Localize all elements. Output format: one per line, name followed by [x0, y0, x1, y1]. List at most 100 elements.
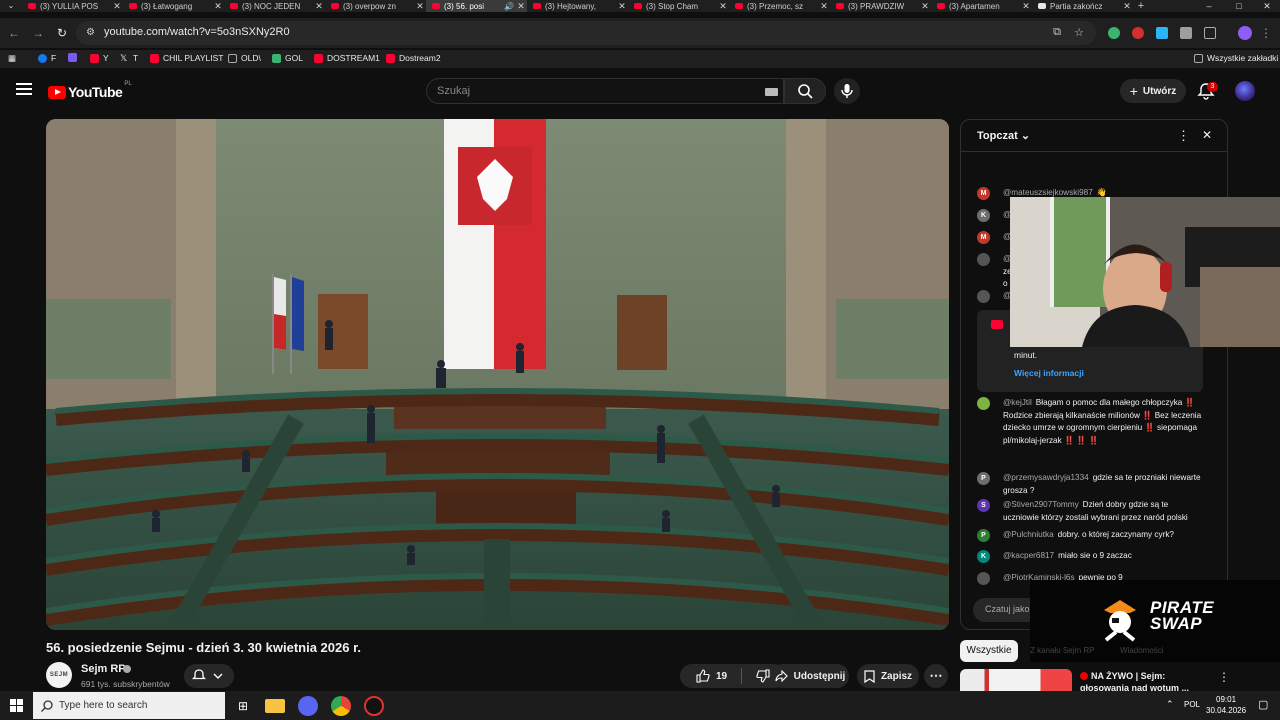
browser-menu-icon[interactable]: ⋮: [1258, 26, 1274, 40]
close-tab-icon[interactable]: ✕: [717, 1, 729, 12]
cast-icon[interactable]: ⧉: [1050, 26, 1064, 39]
channel-name[interactable]: Sejm RP: [81, 663, 126, 675]
tray-overflow-icon[interactable]: ⌃: [1166, 699, 1174, 710]
search-button[interactable]: [784, 78, 826, 104]
more-actions-icon[interactable]: ⋯: [924, 664, 948, 688]
address-bar[interactable]: ⚙ youtube.com/watch?v=5o3nSXNy2R0 ⧉ ☆: [76, 21, 1096, 45]
windows-start-icon[interactable]: [10, 699, 23, 712]
browser-tab[interactable]: Partia zakończ ✕: [1032, 0, 1133, 12]
bookmark-item[interactable]: DOSTREAM1: [314, 53, 380, 63]
chat-author[interactable]: @mateuszsiejkowski987: [1003, 188, 1093, 197]
user-avatar[interactable]: [1235, 81, 1255, 101]
browser-tab[interactable]: (3) PRAWDZIW ✕: [830, 0, 931, 12]
browser-tab[interactable]: (3) Stop Cham ✕: [628, 0, 729, 12]
url-text[interactable]: youtube.com/watch?v=5o3nSXNy2R0: [104, 26, 290, 38]
extension-icon[interactable]: [1108, 27, 1120, 39]
apps-grid-icon[interactable]: ▦: [8, 53, 16, 64]
browser-tab[interactable]: (3) overpow zn ✕: [325, 0, 426, 12]
chat-options-icon[interactable]: ⋮: [1177, 128, 1190, 144]
all-bookmarks-folder[interactable]: Wszystkie zakładki: [1194, 53, 1278, 63]
chat-author-avatar[interactable]: [977, 572, 990, 585]
taskbar-clock[interactable]: 09:01 30.04.2026: [1206, 694, 1246, 716]
bookmark-folder[interactable]: OLD\: [228, 53, 261, 63]
chat-author-avatar[interactable]: P: [977, 472, 990, 485]
chat-author-avatar[interactable]: M: [977, 231, 990, 244]
bookmark-item[interactable]: [68, 53, 77, 62]
bookmark-item[interactable]: GOL: [272, 53, 303, 63]
close-tab-icon[interactable]: ✕: [818, 1, 830, 12]
close-tab-icon[interactable]: ✕: [616, 1, 628, 12]
back-arrow-icon[interactable]: ←: [6, 26, 22, 40]
video-player[interactable]: [46, 119, 949, 630]
bookmark-item[interactable]: Dostream2: [386, 53, 441, 63]
filter-chip-all[interactable]: Wszystkie: [960, 640, 1018, 662]
save-button[interactable]: Zapisz: [857, 664, 919, 688]
obs-icon[interactable]: [364, 696, 384, 716]
like-button[interactable]: 19: [696, 669, 727, 683]
chat-author-avatar[interactable]: [977, 397, 990, 410]
extension-icon[interactable]: [1156, 27, 1168, 39]
close-window-button[interactable]: ✕: [1252, 0, 1280, 12]
tab-search-button[interactable]: ⌄: [0, 0, 22, 12]
browser-tab[interactable]: (3) Hejtowany, ✕: [527, 0, 628, 12]
profile-avatar-icon[interactable]: [1238, 26, 1252, 40]
close-tab-icon[interactable]: ✕: [313, 1, 325, 12]
chat-author-avatar[interactable]: P: [977, 529, 990, 542]
create-button[interactable]: + Utwórz: [1120, 79, 1186, 103]
bookmark-item[interactable]: F: [38, 53, 56, 63]
discord-icon[interactable]: [298, 696, 318, 716]
close-tab-icon[interactable]: ✕: [919, 1, 931, 12]
chat-author-avatar[interactable]: M: [977, 187, 990, 200]
thumbs-down-icon[interactable]: [756, 669, 770, 683]
reload-icon[interactable]: ↻: [54, 26, 70, 40]
site-info-icon[interactable]: ⚙: [86, 27, 98, 39]
language-indicator[interactable]: POL: [1184, 700, 1200, 709]
chat-author-avatar[interactable]: K: [977, 209, 990, 222]
bookmark-item[interactable]: CHIL PLAYLIST: [150, 53, 223, 63]
browser-tab[interactable]: (3) Apartamen ✕: [931, 0, 1032, 12]
task-view-icon[interactable]: ⊞: [233, 696, 253, 716]
recommendation-options-icon[interactable]: ⋮: [1218, 670, 1230, 684]
bookmark-star-icon[interactable]: ☆: [1072, 26, 1086, 39]
chat-author-avatar[interactable]: K: [977, 550, 990, 563]
chat-author-avatar[interactable]: S: [977, 499, 990, 512]
forward-arrow-icon[interactable]: →: [30, 26, 46, 40]
browser-tab[interactable]: (3) Przemoc, sz ✕: [729, 0, 830, 12]
close-tab-icon[interactable]: ✕: [1121, 1, 1133, 12]
close-tab-icon[interactable]: ✕: [414, 1, 426, 12]
browser-tab[interactable]: (3) Łatwogang ✕: [123, 0, 224, 12]
taskbar-search-box[interactable]: Type here to search: [33, 692, 225, 719]
hamburger-menu-icon[interactable]: [16, 83, 32, 97]
close-tab-icon[interactable]: ✕: [515, 1, 527, 12]
more-info-link[interactable]: Więcej informacji: [1014, 368, 1084, 378]
subscription-bell-button[interactable]: [184, 664, 234, 688]
filter-chip-channel[interactable]: Z kanału Sejm RP: [1030, 646, 1094, 655]
new-tab-button[interactable]: +: [1133, 0, 1149, 12]
chat-author[interactable]: @kacper6817: [1003, 551, 1054, 560]
chat-author-avatar[interactable]: [977, 253, 990, 266]
side-panel-icon[interactable]: [1204, 27, 1216, 39]
browser-tab[interactable]: (3) NOC JEDEN ✕: [224, 0, 325, 12]
close-tab-icon[interactable]: ✕: [212, 1, 224, 12]
chat-mode-dropdown[interactable]: Topczat ⌄: [977, 129, 1030, 142]
bookmark-item[interactable]: 𝕏T: [120, 53, 138, 63]
search-box[interactable]: [426, 78, 784, 104]
filter-chip-news[interactable]: Wiadomości: [1120, 646, 1164, 655]
browser-tab[interactable]: (3) YULLIA POS ✕: [22, 0, 123, 12]
audio-playing-icon[interactable]: 🔊: [503, 2, 515, 11]
close-tab-icon[interactable]: ✕: [111, 1, 123, 12]
channel-avatar[interactable]: SEJM: [46, 662, 72, 688]
minimize-button[interactable]: –: [1194, 0, 1224, 12]
chat-author[interactable]: @kejJtil: [1003, 398, 1032, 407]
keyboard-icon[interactable]: [765, 88, 778, 96]
chat-author[interactable]: @Stiven2907Tommy: [1003, 500, 1079, 509]
browser-tab-active[interactable]: (3) 56. posi 🔊 ✕: [426, 0, 527, 12]
notification-center-icon[interactable]: ▢: [1258, 698, 1268, 711]
search-input[interactable]: [437, 85, 737, 97]
chat-author[interactable]: @przemysawdryja1334: [1003, 473, 1089, 482]
file-explorer-icon[interactable]: [265, 699, 285, 713]
youtube-logo[interactable]: YouTube PL: [48, 81, 132, 100]
chat-author-avatar[interactable]: [977, 290, 990, 303]
extension-icon[interactable]: [1132, 27, 1144, 39]
extensions-puzzle-icon[interactable]: [1180, 27, 1192, 39]
